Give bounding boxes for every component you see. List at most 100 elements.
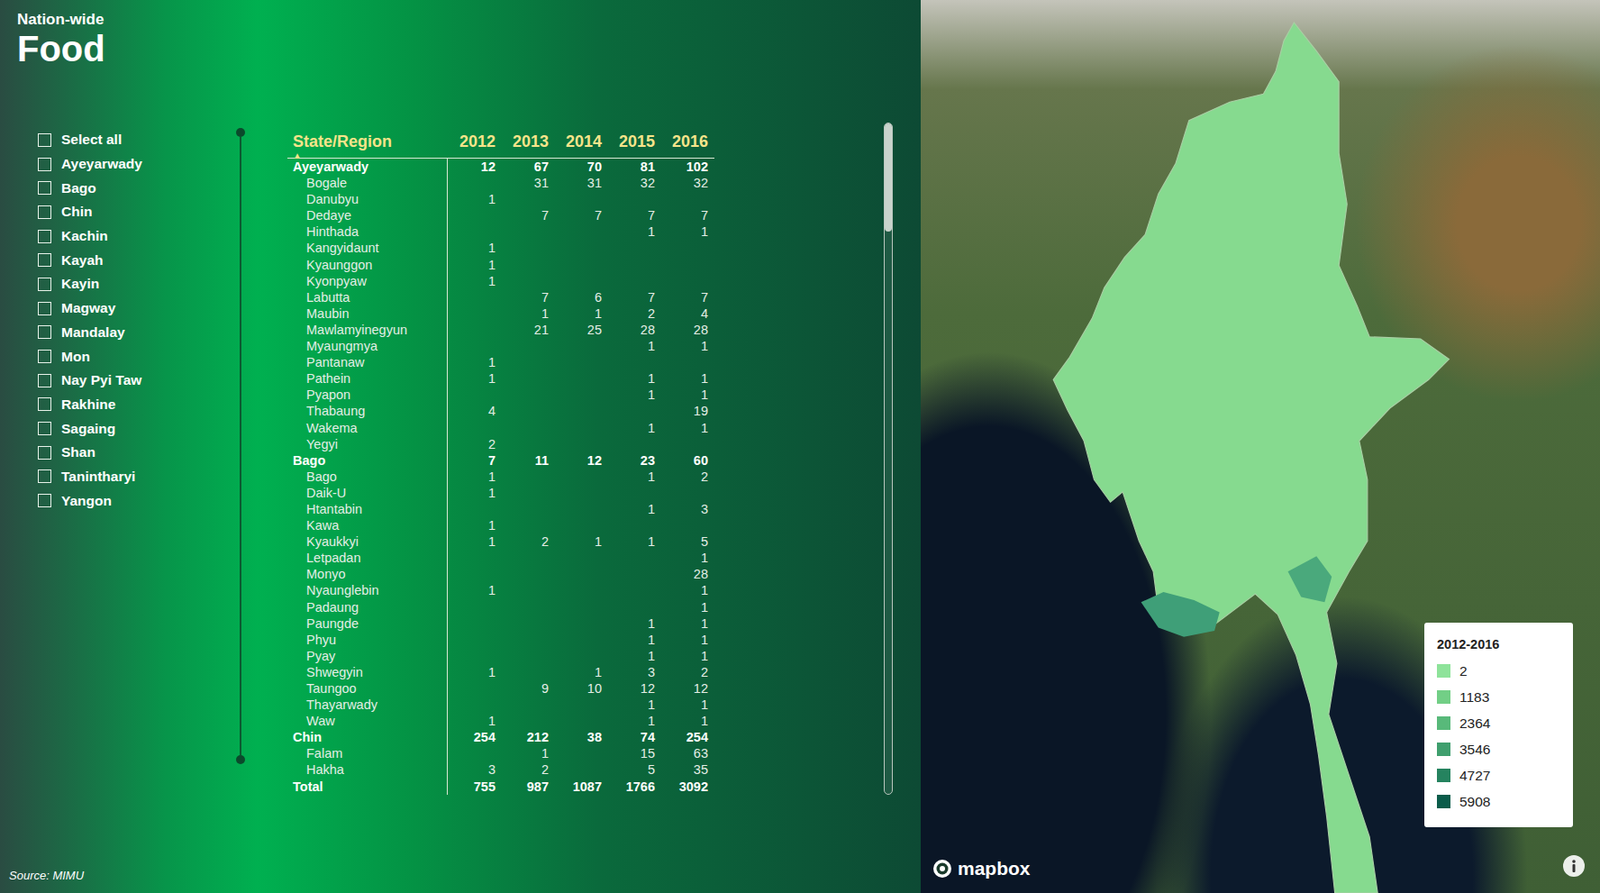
checkbox-icon[interactable]	[37, 349, 52, 364]
checkbox-icon[interactable]	[37, 205, 52, 219]
table-cell	[660, 256, 714, 273]
row-name: Kyaunggon	[287, 256, 448, 273]
region-filter-item[interactable]: Rakhine	[37, 392, 237, 418]
row-name: Taungoo	[287, 680, 448, 697]
checkbox-icon[interactable]	[37, 181, 52, 195]
table-cell: 1	[607, 631, 661, 648]
region-filter-label[interactable]: Magway	[61, 300, 116, 317]
sort-ascending-icon[interactable]: ▲	[292, 151, 302, 161]
table-cell	[500, 354, 555, 371]
checkbox-icon[interactable]	[37, 397, 52, 411]
table-cell: 1	[447, 239, 501, 256]
table-cell: 1	[500, 305, 555, 322]
table-cell: 1	[447, 256, 501, 273]
region-filter-item[interactable]: Mandalay	[37, 320, 237, 346]
scrollbar-thumb[interactable]	[884, 123, 892, 232]
table-cell: 1	[607, 712, 661, 729]
region-filter-item[interactable]: Select all	[37, 127, 237, 153]
region-filter-item[interactable]: Magway	[37, 296, 237, 321]
mapbox-logo[interactable]: mapbox	[931, 857, 1031, 880]
region-filter-item[interactable]: Kachin	[37, 224, 237, 249]
region-filter-label[interactable]: Yangon	[61, 492, 112, 510]
mapbox-icon[interactable]	[931, 857, 954, 880]
table-cell	[554, 615, 608, 632]
region-filter-item[interactable]: Mon	[37, 344, 237, 369]
region-filter-label[interactable]: Mon	[61, 348, 91, 365]
table-row: Yegyi 2	[287, 436, 715, 453]
region-filter-label[interactable]: Bago	[61, 180, 97, 197]
checkbox-icon[interactable]	[37, 133, 52, 147]
table-row: Labutta 7677	[287, 289, 715, 306]
region-filter-label[interactable]: Shan	[61, 444, 96, 461]
region-filter-item[interactable]: Nay Pyi Taw	[37, 368, 237, 393]
table-cell: 1	[660, 386, 714, 403]
column-header[interactable]: 2014	[554, 125, 608, 158]
checkbox-icon[interactable]	[37, 421, 52, 436]
table-cell	[500, 223, 555, 240]
region-filter-label[interactable]: Kachin	[61, 227, 109, 245]
country-shape[interactable]	[1053, 22, 1449, 893]
region-filter-label[interactable]: Chin	[61, 203, 92, 220]
map[interactable]: 2012-2016 2 1183 2364 3546 4727 5908 map…	[920, 0, 1600, 893]
table-cell: 5	[660, 533, 714, 550]
township-area[interactable]	[1288, 555, 1333, 602]
table-cell	[500, 337, 555, 355]
table-cell: 1	[660, 631, 714, 648]
region-filter-label[interactable]: Select all	[61, 131, 122, 148]
checkbox-icon[interactable]	[37, 445, 52, 460]
checkbox-icon[interactable]	[37, 157, 52, 172]
row-name: Kawa	[287, 517, 448, 534]
table-row: Wakema 11	[287, 419, 715, 437]
checkbox-icon[interactable]	[37, 373, 52, 388]
column-header[interactable]: State/Region ▲	[287, 125, 448, 158]
table-cell: 1	[607, 337, 661, 355]
column-header[interactable]: 2012	[447, 125, 501, 158]
checkbox-icon[interactable]	[37, 253, 52, 267]
checkbox-icon[interactable]	[37, 325, 52, 339]
checkbox-icon[interactable]	[37, 229, 52, 244]
region-filter-item[interactable]: Bago	[37, 175, 237, 200]
table-cell	[554, 581, 608, 599]
checkbox-icon[interactable]	[37, 493, 52, 508]
region-filter-item[interactable]: Kayin	[37, 272, 237, 297]
region-filter-label[interactable]: Rakhine	[61, 396, 116, 413]
table-row: Monyo 28	[287, 565, 715, 582]
scrollbar[interactable]	[883, 122, 893, 795]
region-filter-label[interactable]: Kayah	[61, 252, 104, 269]
mapbox-wordmark[interactable]: mapbox	[957, 857, 1031, 880]
region-filter-item[interactable]: Ayeyarwady	[37, 152, 237, 177]
region-filter-label[interactable]: Ayeyarwady	[61, 155, 143, 173]
region-filter-label[interactable]: Mandalay	[61, 324, 126, 341]
table-cell: 2	[447, 436, 501, 453]
panel-body: Select all Ayeyarwady Bago Chin Kachin K…	[0, 125, 921, 795]
info-icon[interactable]	[1562, 854, 1586, 878]
table-cell	[554, 419, 608, 437]
row-name: Danubyu	[287, 190, 448, 208]
checkbox-icon[interactable]	[37, 301, 52, 316]
region-filter-item[interactable]: Yangon	[37, 488, 237, 513]
region-filter-item[interactable]: Tanintharyi	[37, 464, 237, 490]
region-filter-label[interactable]: Tanintharyi	[61, 468, 136, 485]
region-filter-item[interactable]: Shan	[37, 440, 237, 465]
table-cell: 2	[500, 761, 555, 778]
checkbox-icon[interactable]	[37, 469, 52, 483]
column-header[interactable]: 2015	[607, 125, 661, 158]
table-cell: 1	[660, 599, 714, 616]
table-cell: 2	[660, 663, 714, 681]
region-filter-label[interactable]: Sagaing	[61, 420, 116, 437]
region-filter-item[interactable]: Sagaing	[37, 416, 237, 441]
table-cell: 9	[500, 680, 555, 697]
region-filter-label[interactable]: Kayin	[61, 275, 100, 292]
region-filter-label[interactable]: Nay Pyi Taw	[61, 372, 142, 389]
delta-area[interactable]	[1141, 591, 1220, 637]
table-cell	[607, 565, 661, 582]
table-cell	[607, 354, 661, 371]
column-header[interactable]: 2013	[500, 125, 555, 158]
region-filter-item[interactable]: Chin	[37, 200, 237, 225]
table-cell: 63	[660, 745, 714, 762]
column-header[interactable]: 2016	[660, 125, 714, 158]
timeline-dot-icon	[236, 127, 246, 137]
table-cell	[447, 549, 501, 566]
checkbox-icon[interactable]	[37, 277, 52, 291]
region-filter-item[interactable]: Kayah	[37, 247, 237, 273]
